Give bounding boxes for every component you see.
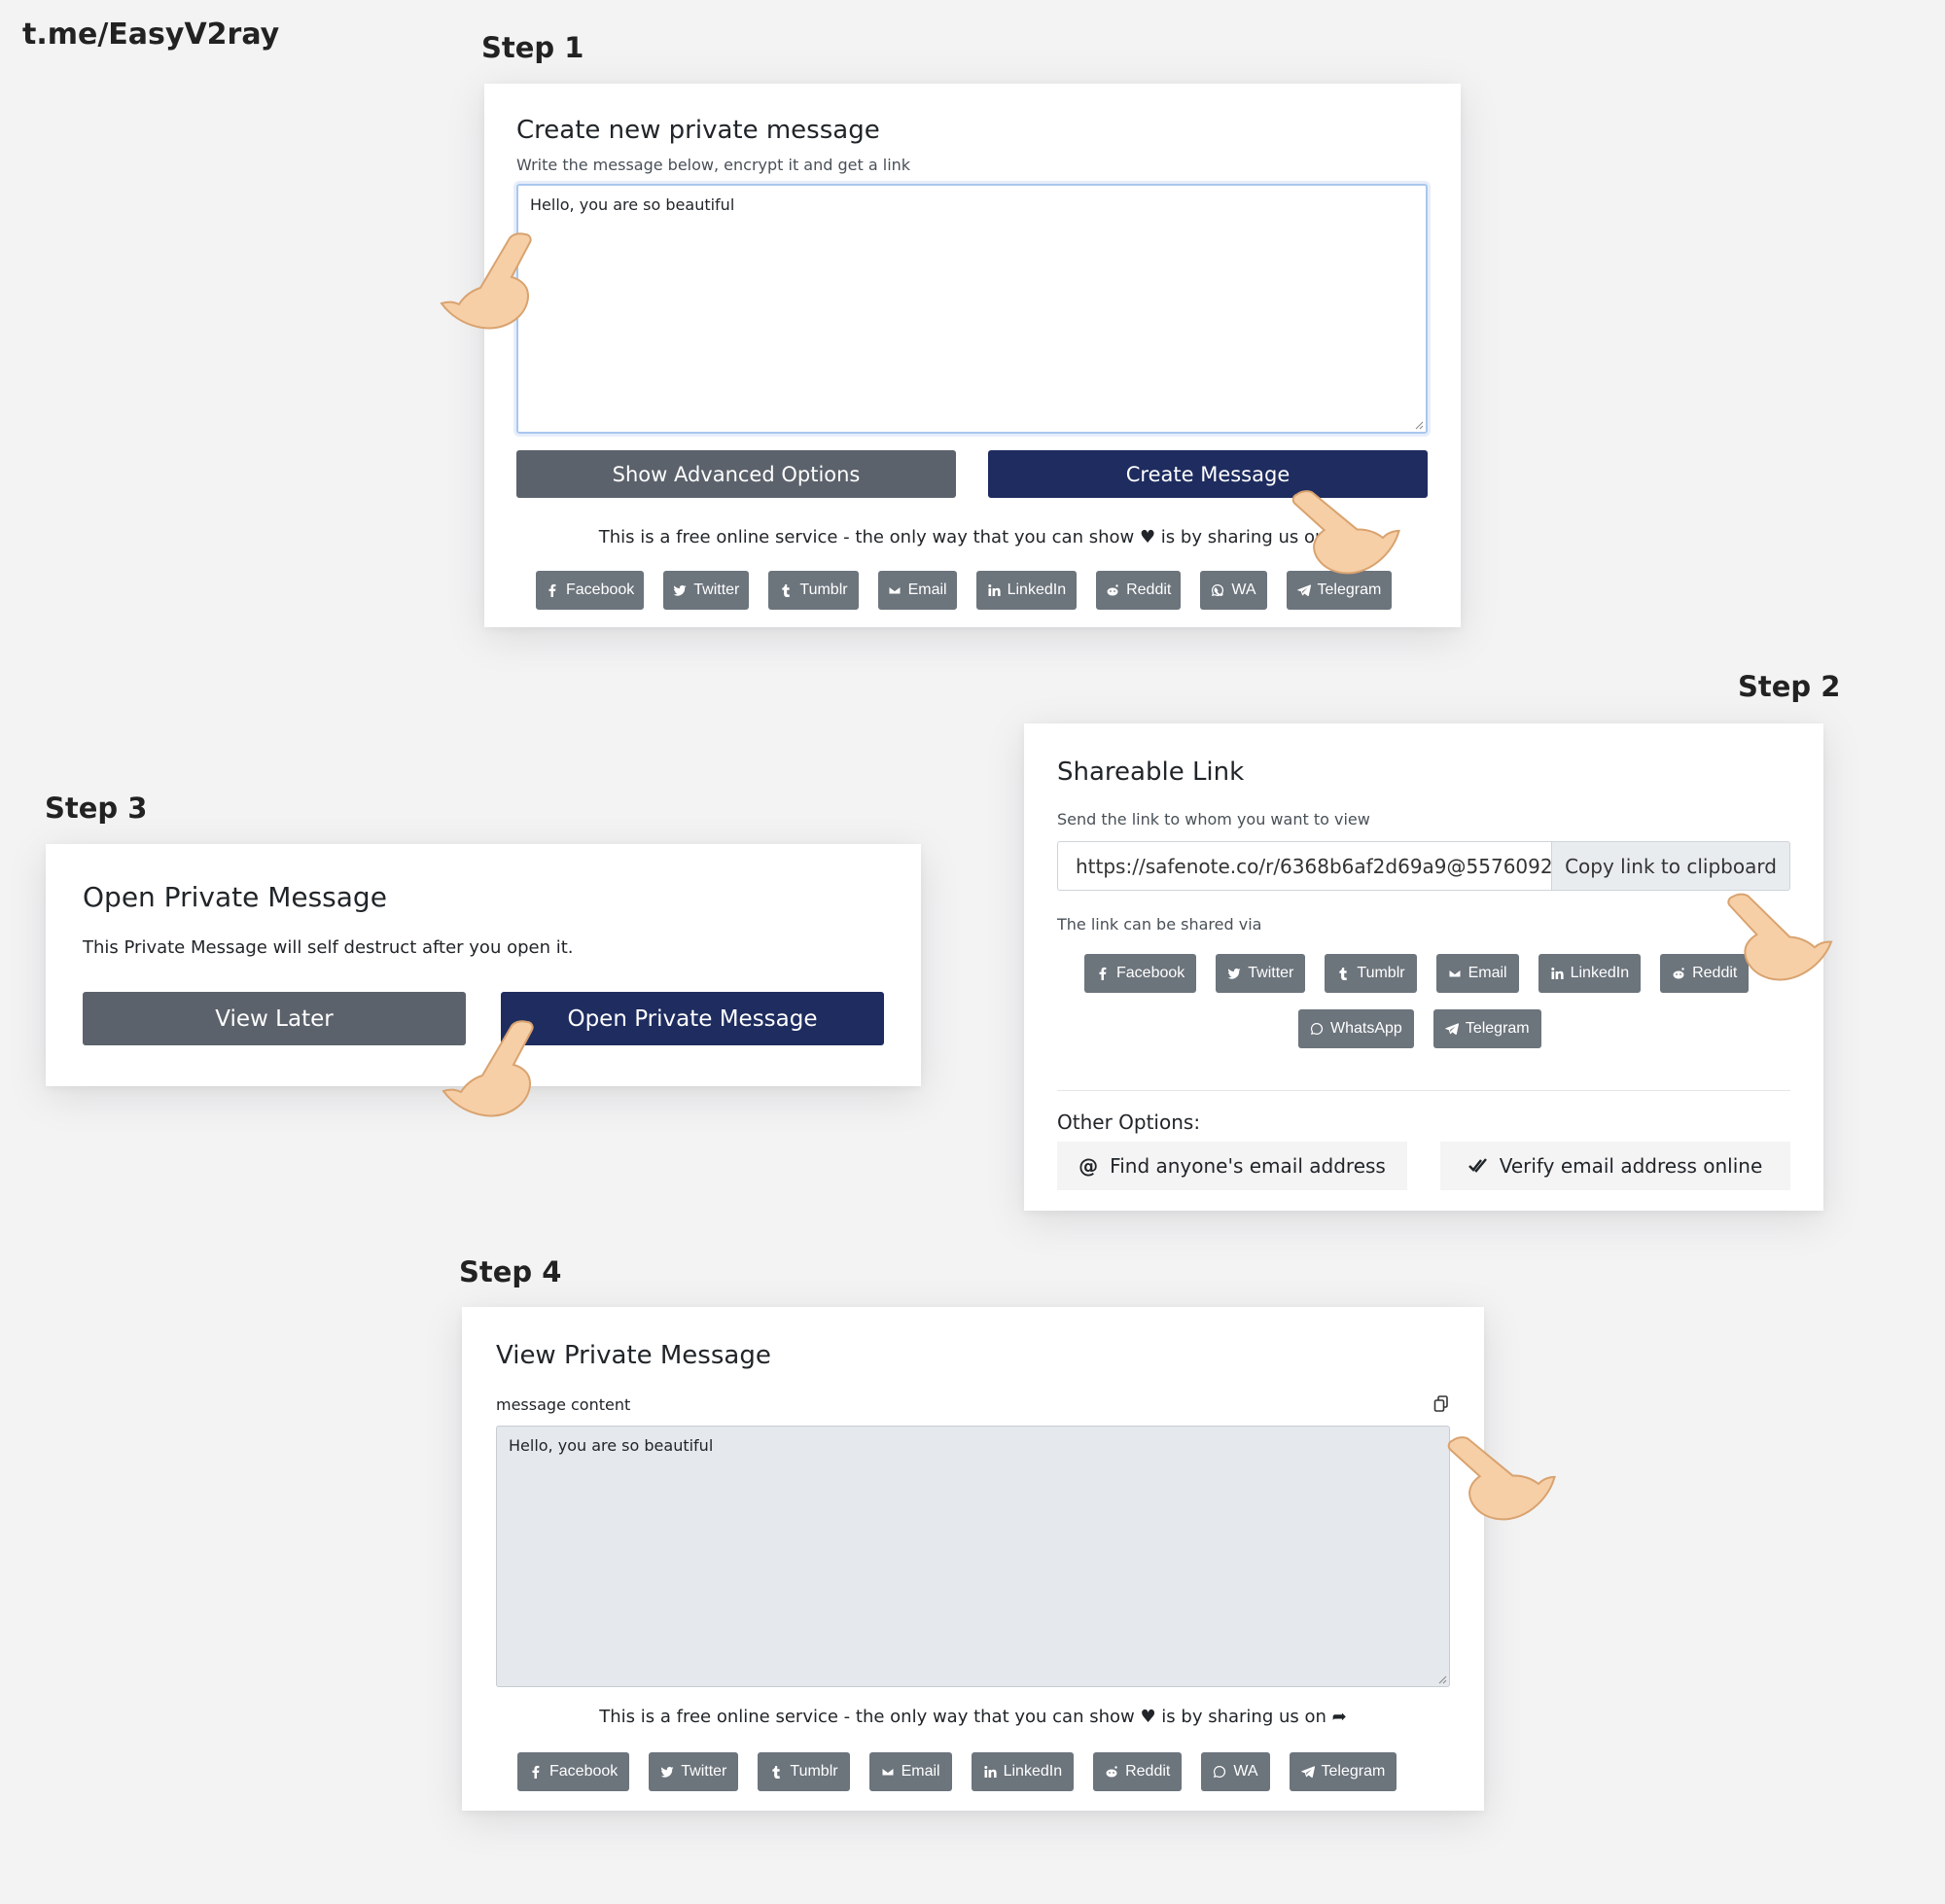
copy-icon[interactable] [1433, 1395, 1449, 1413]
share-facebook-button[interactable]: Facebook [517, 1752, 630, 1791]
self-destruct-note: This Private Message will self destruct … [83, 937, 574, 958]
share-telegram-button[interactable]: Telegram [1289, 1752, 1397, 1791]
verify-email-button[interactable]: Verify email address online [1440, 1142, 1790, 1190]
resize-handle-icon[interactable] [1437, 1675, 1447, 1684]
view-message-card: View Private Message message content Hel… [462, 1307, 1484, 1811]
step-3-label: Step 3 [45, 792, 148, 825]
facebook-icon [532, 1765, 540, 1779]
email-icon [1448, 969, 1462, 978]
step-2-label: Step 2 [1738, 670, 1841, 703]
share-buttons-row: Facebook Twitter Tumblr Email LinkedIn R… [536, 571, 1393, 610]
tumblr-icon [1339, 968, 1348, 980]
share-twitter-button[interactable]: Twitter [649, 1752, 739, 1791]
divider [1057, 1090, 1790, 1091]
step-1-label: Step 1 [481, 31, 584, 64]
share-tumblr-button[interactable]: Tumblr [1325, 954, 1417, 993]
link-share-buttons-row-1: Facebook Twitter Tumblr Email LinkedIn R… [1084, 954, 1750, 993]
share-whatsapp-button[interactable]: WA [1200, 571, 1267, 610]
facebook-icon [1099, 967, 1107, 980]
share-whatsapp-button[interactable]: WA [1201, 1752, 1270, 1791]
find-email-button[interactable]: @ Find anyone's email address [1057, 1142, 1407, 1190]
share-email-button[interactable]: Email [1435, 954, 1519, 993]
share-linkedin-button[interactable]: LinkedIn [1538, 954, 1642, 993]
other-options-label: Other Options: [1057, 1111, 1201, 1134]
share-email-button[interactable]: Email [877, 571, 957, 610]
share-reddit-button[interactable]: Reddit [1093, 1752, 1183, 1791]
create-title: Create new private message [516, 116, 880, 145]
open-private-message-button[interactable]: Open Private Message [501, 992, 884, 1045]
twitter-icon [1227, 968, 1241, 979]
twitter-icon [660, 1766, 674, 1778]
reddit-icon [1107, 584, 1118, 596]
share-email-button[interactable]: Email [868, 1752, 952, 1791]
facebook-icon [548, 583, 556, 597]
shareable-link-title: Shareable Link [1057, 758, 1245, 787]
message-content-label: message content [496, 1395, 631, 1414]
share-facebook-button[interactable]: Facebook [1084, 954, 1197, 993]
view-promo-text: This is a free online service - the only… [599, 1707, 1347, 1727]
view-title: View Private Message [496, 1341, 771, 1370]
shareable-link-card: Shareable Link Send the link to whom you… [1024, 723, 1823, 1211]
reddit-icon [1106, 1766, 1117, 1778]
create-subtitle: Write the message below, encrypt it and … [516, 156, 911, 174]
share-twitter-button[interactable]: Twitter [663, 571, 750, 610]
linkedin-icon [1550, 968, 1564, 979]
double-check-icon [1468, 1158, 1487, 1173]
tumblr-icon [782, 584, 791, 597]
send-link-label: Send the link to whom you want to view [1057, 810, 1370, 829]
pointing-hand-icon [440, 232, 532, 330]
telegram-icon [1296, 584, 1311, 597]
message-text: Hello, you are so beautiful [530, 195, 735, 214]
pointing-hand-icon [442, 1020, 534, 1117]
shareable-link-input[interactable]: https://safenote.co/r/6368b6af2d69a9@557… [1057, 841, 1551, 891]
share-linkedin-button[interactable]: LinkedIn [975, 571, 1078, 610]
view-share-buttons-row: Facebook Twitter Tumblr Email LinkedIn R… [517, 1752, 1397, 1791]
whatsapp-icon [1310, 1022, 1324, 1035]
share-linkedin-button[interactable]: LinkedIn [971, 1752, 1075, 1791]
step-4-label: Step 4 [459, 1255, 562, 1288]
share-whatsapp-button[interactable]: WhatsApp [1298, 1009, 1414, 1048]
message-content-textarea[interactable]: Hello, you are so beautiful [496, 1426, 1450, 1687]
shared-via-label: The link can be shared via [1057, 915, 1262, 934]
reddit-icon [1673, 968, 1684, 979]
copy-link-button[interactable]: Copy link to clipboard [1551, 841, 1790, 891]
email-icon [888, 585, 902, 595]
whatsapp-icon [1212, 583, 1224, 596]
share-telegram-button[interactable]: Telegram [1432, 1009, 1541, 1048]
telegram-icon [1445, 1023, 1459, 1036]
linkedin-icon [983, 1766, 997, 1778]
telegram-icon [1300, 1766, 1315, 1779]
open-title: Open Private Message [83, 881, 387, 913]
resize-handle-icon[interactable] [1414, 420, 1424, 430]
tumblr-icon [772, 1766, 781, 1779]
twitter-icon [673, 584, 687, 596]
whatsapp-icon [1214, 1765, 1226, 1778]
share-tumblr-button[interactable]: Tumblr [758, 1752, 850, 1791]
share-facebook-button[interactable]: Facebook [536, 571, 645, 610]
show-advanced-options-button[interactable]: Show Advanced Options [516, 450, 956, 498]
message-textarea[interactable]: Hello, you are so beautiful [516, 184, 1428, 434]
share-reddit-button[interactable]: Reddit [1096, 571, 1182, 610]
channel-handle: t.me/EasyV2ray [22, 18, 280, 52]
email-icon [881, 1767, 895, 1777]
share-twitter-button[interactable]: Twitter [1216, 954, 1306, 993]
link-share-buttons-row-2: WhatsApp Telegram [1298, 1009, 1541, 1048]
at-sign-icon: @ [1079, 1154, 1099, 1178]
share-tumblr-button[interactable]: Tumblr [768, 571, 859, 610]
message-content-text: Hello, you are so beautiful [509, 1436, 714, 1455]
linkedin-icon [987, 584, 1001, 596]
view-later-button[interactable]: View Later [83, 992, 466, 1045]
